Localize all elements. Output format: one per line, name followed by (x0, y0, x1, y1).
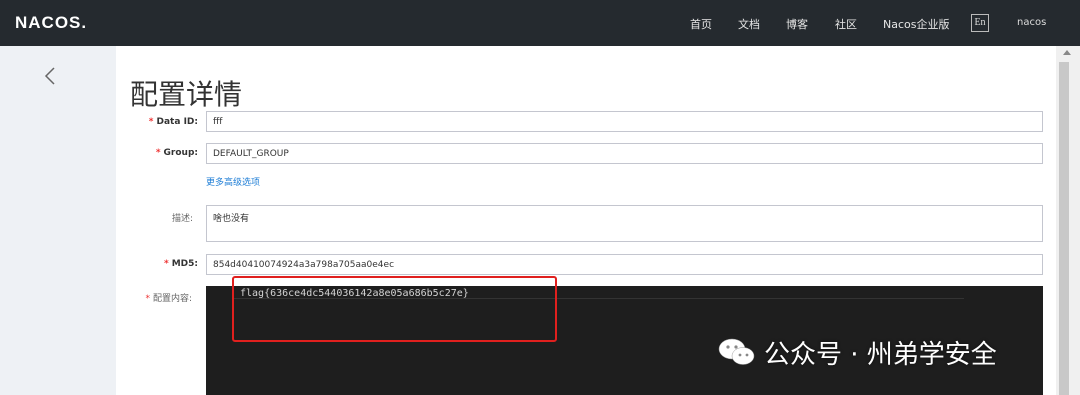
md5-field[interactable]: 854d40410074924a3a798a705aa0e4ec (206, 254, 1043, 275)
back-arrow-icon[interactable] (44, 66, 56, 86)
nav-home[interactable]: 首页 (690, 16, 712, 32)
nav-docs[interactable]: 文档 (738, 16, 760, 32)
advanced-options-link[interactable]: 更多高级选项 (206, 175, 260, 188)
top-navbar: NACOS. 首页 文档 博客 社区 Nacos企业版 En nacos (0, 0, 1080, 46)
watermark-text: 公众号 · 州弟学安全 (764, 339, 997, 370)
highlight-box (232, 276, 557, 342)
description-field[interactable]: 啥也没有 (206, 205, 1043, 242)
group-label: * Group: (155, 148, 198, 158)
nav-blog[interactable]: 博客 (786, 16, 808, 32)
group-field[interactable]: DEFAULT_GROUP (206, 143, 1043, 164)
content-label: * 配置内容: (145, 294, 192, 304)
scroll-up-icon[interactable] (1063, 50, 1071, 55)
md5-label: * MD5: (163, 259, 198, 269)
scrollbar-thumb[interactable] (1059, 62, 1069, 395)
description-label: 描述: (171, 214, 193, 224)
page-title: 配置详情 (130, 78, 243, 111)
wechat-icon (718, 338, 755, 365)
nacos-logo[interactable]: NACOS. (15, 13, 87, 33)
data-id-label: * Data ID: (148, 117, 198, 127)
data-id-field[interactable]: fff (206, 111, 1043, 132)
user-menu[interactable]: nacos (1017, 17, 1046, 28)
nav-enterprise[interactable]: Nacos企业版 (883, 16, 949, 32)
watermark: 公众号 · 州弟学安全 (718, 332, 997, 372)
nav-community[interactable]: 社区 (835, 16, 857, 32)
language-switch-button[interactable]: En (971, 14, 989, 32)
